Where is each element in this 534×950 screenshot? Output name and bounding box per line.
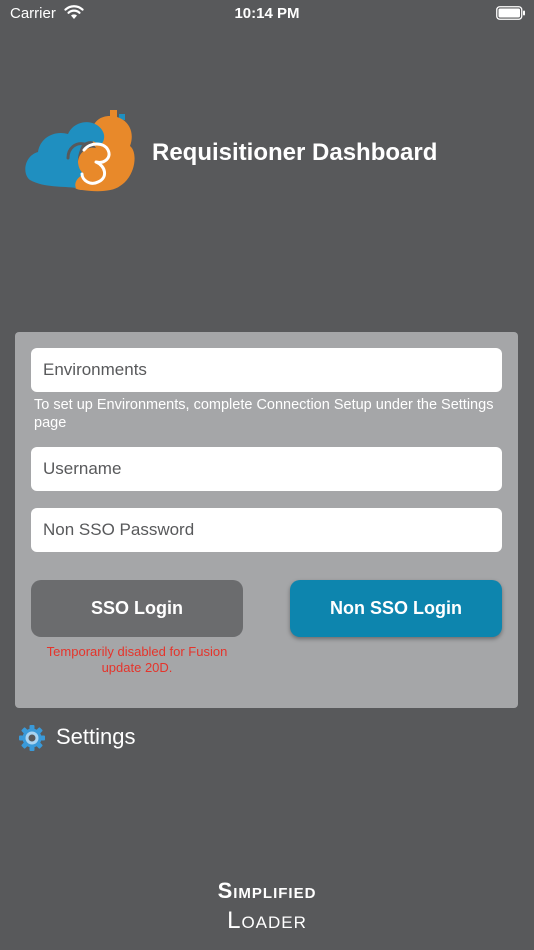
settings-label: Settings <box>56 724 136 749</box>
brand-wordmark: Simplified Loader <box>0 876 534 936</box>
non-sso-login-button[interactable]: Non SSO Login <box>290 580 502 637</box>
gear-icon <box>19 725 45 751</box>
status-bar: Carrier 10:14 PM <box>0 0 534 28</box>
environments-select[interactable]: Environments <box>31 348 502 392</box>
brand-line-2: Loader <box>227 907 307 934</box>
clock: 10:14 PM <box>234 5 300 22</box>
username-field[interactable]: Username <box>31 447 502 491</box>
sso-disabled-warning: Temporarily disabled for Fusion update 2… <box>46 644 228 675</box>
app-logo <box>25 110 135 192</box>
sso-login-button[interactable]: SSO Login <box>31 580 243 637</box>
login-card: Environments To set up Environments, com… <box>15 332 518 708</box>
page-title: Requisitioner Dashboard <box>152 139 438 166</box>
battery-icon <box>496 6 525 20</box>
settings-link[interactable]: Settings <box>18 722 178 752</box>
password-field[interactable]: Non SSO Password <box>31 508 502 552</box>
brand-line-1: Simplified <box>217 878 317 903</box>
environments-hint: To set up Environments, complete Connect… <box>34 397 494 431</box>
